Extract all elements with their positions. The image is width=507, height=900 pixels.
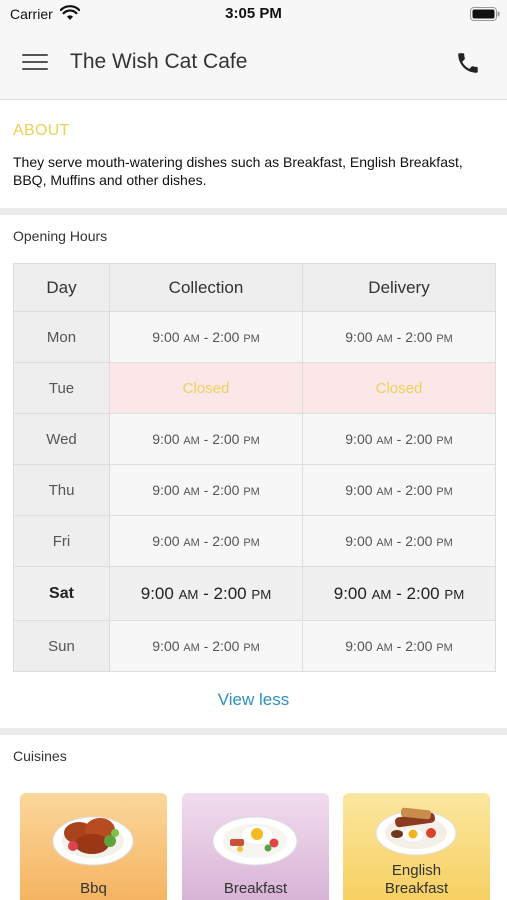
status-time: 3:05 PM: [225, 5, 282, 22]
collection-hours-cell: 9:00 AM - 2:00 PM: [109, 413, 303, 465]
delivery-hours-cell: 9:00 AM - 2:00 PM: [302, 620, 496, 672]
column-header-delivery: Delivery: [302, 263, 496, 312]
hamburger-menu-icon[interactable]: [22, 52, 48, 72]
day-cell: Sat: [13, 566, 110, 621]
bbq-dish-icon: [52, 816, 134, 866]
day-cell: Tue: [13, 362, 110, 414]
table-row: Tue Closed Closed: [13, 362, 496, 414]
day-cell: Thu: [13, 464, 110, 516]
breakfast-dish-icon: [212, 816, 298, 866]
cuisine-label: English Breakfast: [384, 862, 449, 897]
delivery-hours-cell: 9:00 AM - 2:00 PM: [302, 464, 496, 516]
table-row: Sun 9:00 AM - 2:00 PM 9:00 AM - 2:00 PM: [13, 620, 496, 672]
cuisine-label: Breakfast: [223, 880, 288, 897]
status-bar: Carrier 3:05 PM: [0, 0, 507, 28]
about-section: ABOUT They serve mouth-watering dishes s…: [0, 104, 507, 208]
page-title: The Wish Cat Cafe: [70, 50, 248, 73]
delivery-hours-cell: 9:00 AM - 2:00 PM: [302, 566, 496, 621]
cuisines-heading: Cuisines: [13, 748, 67, 764]
about-description: They serve mouth-watering dishes such as…: [13, 154, 463, 188]
column-header-collection: Collection: [109, 263, 303, 312]
day-cell: Wed: [13, 413, 110, 465]
cuisine-label: Bbq: [80, 880, 107, 897]
table-row: Wed 9:00 AM - 2:00 PM 9:00 AM - 2:00 PM: [13, 413, 496, 465]
collection-hours-cell: 9:00 AM - 2:00 PM: [109, 464, 303, 516]
delivery-hours-cell: 9:00 AM - 2:00 PM: [302, 515, 496, 567]
section-divider: [0, 208, 507, 215]
table-row: Sat 9:00 AM - 2:00 PM 9:00 AM - 2:00 PM: [13, 566, 496, 621]
cuisine-card-breakfast[interactable]: Breakfast: [182, 793, 329, 900]
battery-icon: [470, 7, 500, 21]
collection-hours-cell: Closed: [109, 362, 303, 414]
table-row: Fri 9:00 AM - 2:00 PM 9:00 AM - 2:00 PM: [13, 515, 496, 567]
table-row: Thu 9:00 AM - 2:00 PM 9:00 AM - 2:00 PM: [13, 464, 496, 516]
day-cell: Fri: [13, 515, 110, 567]
cuisine-card-bbq[interactable]: Bbq: [20, 793, 167, 900]
delivery-hours-cell: Closed: [302, 362, 496, 414]
cuisine-card-english-breakfast[interactable]: English Breakfast: [343, 793, 490, 900]
delivery-hours-cell: 9:00 AM - 2:00 PM: [302, 413, 496, 465]
day-cell: Sun: [13, 620, 110, 672]
collection-hours-cell: 9:00 AM - 2:00 PM: [109, 620, 303, 672]
table-row: Mon 9:00 AM - 2:00 PM 9:00 AM - 2:00 PM: [13, 311, 496, 363]
collection-hours-cell: 9:00 AM - 2:00 PM: [109, 515, 303, 567]
about-heading: ABOUT: [13, 122, 70, 139]
column-header-day: Day: [13, 263, 110, 312]
collection-hours-cell: 9:00 AM - 2:00 PM: [109, 566, 303, 621]
opening-hours-heading: Opening Hours: [13, 228, 108, 244]
collection-hours-cell: 9:00 AM - 2:00 PM: [109, 311, 303, 363]
view-less-link[interactable]: View less: [0, 690, 507, 710]
day-cell: Mon: [13, 311, 110, 363]
table-header-row: Day Collection Delivery: [13, 263, 496, 312]
app-header: The Wish Cat Cafe: [0, 28, 507, 100]
english-breakfast-dish-icon: [375, 807, 457, 856]
opening-hours-table: Day Collection Delivery Mon 9:00 AM - 2:0…: [13, 263, 496, 672]
section-divider: [0, 728, 507, 735]
delivery-hours-cell: 9:00 AM - 2:00 PM: [302, 311, 496, 363]
phone-icon[interactable]: [455, 50, 481, 76]
